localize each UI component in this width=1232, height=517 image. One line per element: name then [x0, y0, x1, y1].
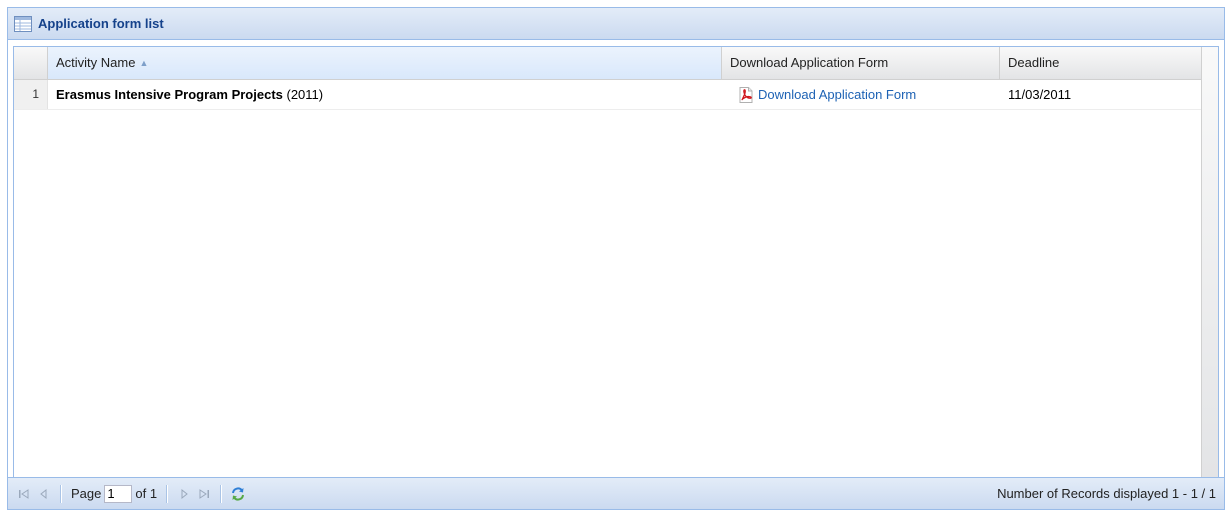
row-number: 1	[14, 80, 48, 109]
column-header-label: Activity Name	[56, 55, 136, 70]
page-label: Page	[71, 486, 102, 501]
activity-year: (2011)	[286, 87, 324, 102]
rownumber-header	[14, 47, 48, 79]
toolbar-separator	[220, 484, 223, 503]
records-count: Number of Records displayed 1 - 1 / 1	[997, 486, 1216, 501]
activity-name-cell: Erasmus Intensive Program Projects (2011…	[48, 80, 722, 109]
paging-toolbar: Page of 1 Number of Records displayed 1 …	[8, 477, 1224, 509]
panel-title: Application form list	[38, 16, 164, 31]
panel-header: Application form list	[8, 8, 1224, 40]
activity-name: Erasmus Intensive Program Projects	[56, 87, 283, 102]
column-header-row: Activity Name ▲ Download Application Form…	[14, 47, 1218, 80]
next-page-icon[interactable]	[174, 484, 194, 504]
download-link-label: Download Application Form	[758, 87, 917, 102]
page-number-input[interactable]	[104, 484, 133, 503]
first-page-icon[interactable]	[14, 484, 34, 504]
application-grid: Activity Name ▲ Download Application Form…	[13, 46, 1219, 478]
download-application-form-link[interactable]: Download Application Form	[738, 84, 917, 103]
column-header-deadline[interactable]: Deadline	[1000, 47, 1202, 79]
last-page-icon[interactable]	[194, 484, 214, 504]
application-form-panel: Application form list Activity Name ▲ Dow…	[7, 7, 1225, 510]
table-row[interactable]: 1 Erasmus Intensive Program Projects (20…	[14, 80, 1202, 110]
page-count: of 1	[135, 486, 158, 501]
toolbar-separator	[60, 484, 62, 503]
column-header-label: Deadline	[1008, 55, 1060, 70]
column-header-activity-name[interactable]: Activity Name ▲	[48, 47, 722, 79]
toolbar-separator	[166, 484, 169, 503]
deadline-cell: 11/03/2011	[1008, 87, 1072, 102]
sort-asc-icon: ▲	[139, 58, 149, 68]
column-header-download[interactable]: Download Application Form	[722, 47, 1000, 79]
pdf-icon	[738, 84, 754, 103]
scrollbar-strip	[1201, 47, 1218, 477]
column-header-label: Download Application Form	[730, 55, 889, 70]
prev-page-icon[interactable]	[34, 484, 54, 504]
download-cell: Download Application Form	[730, 80, 1000, 109]
refresh-icon[interactable]	[228, 484, 248, 504]
grid-icon	[14, 15, 32, 32]
